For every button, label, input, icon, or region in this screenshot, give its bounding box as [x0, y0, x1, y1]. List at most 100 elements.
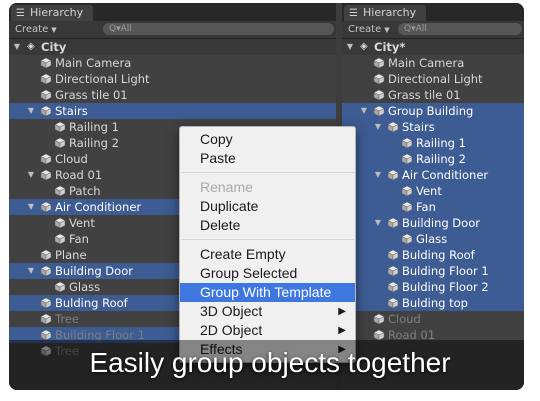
gameobject-cube-icon — [401, 137, 413, 149]
expand-arrow-icon[interactable]: ▼ — [359, 103, 369, 119]
hierarchy-row[interactable]: Directional Light — [9, 71, 336, 87]
row-label: Railing 1 — [416, 136, 466, 150]
gameobject-cube-icon — [40, 153, 52, 165]
hierarchy-row[interactable]: Fan — [342, 199, 524, 215]
hierarchy-row[interactable]: ▼ Building Door — [342, 215, 524, 231]
scene-row[interactable]: ▼ ◈ City — [9, 39, 336, 55]
expand-arrow-icon[interactable]: ▼ — [26, 103, 36, 119]
expand-arrow-icon[interactable]: ▼ — [12, 39, 22, 55]
tab-hierarchy[interactable]: ☰ Hierarchy — [344, 5, 427, 21]
row-label: Plane — [55, 248, 87, 262]
row-label: Air Conditioner — [55, 200, 142, 214]
create-dropdown[interactable]: Create ▼ — [348, 23, 390, 37]
hierarchy-row[interactable]: Railing 2 — [342, 151, 524, 167]
hierarchy-row[interactable]: Bulding top — [342, 295, 524, 311]
menu-item-label: 2D Object — [200, 322, 263, 338]
expand-arrow-icon[interactable]: ▼ — [373, 167, 383, 183]
gameobject-cube-icon — [40, 169, 52, 181]
gameobject-cube-icon — [40, 249, 52, 261]
row-label: Bulding Roof — [55, 296, 128, 310]
create-label: Create — [348, 24, 382, 35]
hierarchy-row[interactable]: Vent — [342, 183, 524, 199]
row-label: Directional Light — [55, 72, 150, 86]
gameobject-cube-icon — [40, 297, 52, 309]
hierarchy-row[interactable]: Main Camera — [342, 55, 524, 71]
gameobject-cube-icon — [40, 57, 52, 69]
hierarchy-row[interactable]: ▼ Stairs — [9, 103, 336, 119]
tab-label: Hierarchy — [363, 6, 417, 19]
menu-item-label: Paste — [200, 150, 236, 166]
menu-item[interactable]: 3D Object ▶ — [180, 302, 355, 321]
hierarchy-list-icon: ☰ — [349, 8, 358, 19]
caption: Easily group objects together — [89, 347, 451, 378]
unity-scene-icon: ◈ — [27, 41, 35, 52]
hierarchy-row[interactable]: ▼ Air Conditioner — [342, 167, 524, 183]
gameobject-cube-icon — [387, 265, 399, 277]
menu-item[interactable]: Duplicate — [180, 197, 355, 216]
search-input[interactable]: Q▾All — [398, 23, 522, 35]
hierarchy-row[interactable]: Directional Light — [342, 71, 524, 87]
search-input[interactable]: Q▾All — [103, 23, 334, 35]
gameobject-cube-icon — [40, 89, 52, 101]
expand-arrow-icon[interactable]: ▼ — [26, 167, 36, 183]
gameobject-cube-icon — [401, 185, 413, 197]
hierarchy-row[interactable]: Railing 1 — [342, 135, 524, 151]
row-label: Stairs — [55, 104, 88, 118]
row-label: Cloud — [388, 312, 421, 326]
gameobject-cube-icon — [387, 249, 399, 261]
gameobject-cube-icon — [54, 121, 66, 133]
gameobject-cube-icon — [40, 73, 52, 85]
gameobject-cube-icon — [401, 233, 413, 245]
row-label: Patch — [69, 184, 101, 198]
gameobject-cube-icon — [54, 281, 66, 293]
hierarchy-row[interactable]: Glass — [342, 231, 524, 247]
hierarchy-toolbar: Create ▼ Q▾All — [9, 21, 336, 39]
expand-arrow-icon[interactable]: ▼ — [373, 215, 383, 231]
menu-item[interactable]: Group Selected — [180, 264, 355, 283]
menu-item[interactable]: Delete — [180, 216, 355, 235]
create-dropdown[interactable]: Create ▼ — [15, 23, 57, 37]
gameobject-cube-icon — [373, 57, 385, 69]
unity-scene-icon: ◈ — [360, 41, 368, 52]
row-label: Fan — [69, 232, 89, 246]
row-label: Vent — [416, 184, 442, 198]
hierarchy-row[interactable]: Main Camera — [9, 55, 336, 71]
row-label: Vent — [69, 216, 95, 230]
menu-item-label: Copy — [200, 131, 233, 147]
row-label: Stairs — [402, 120, 435, 134]
hierarchy-row[interactable]: Bulding Floor 2 — [342, 279, 524, 295]
gameobject-cube-icon — [401, 153, 413, 165]
gameobject-cube-icon — [387, 169, 399, 181]
row-label: Main Camera — [388, 56, 465, 70]
hierarchy-row[interactable]: Grass tile 01 — [9, 87, 336, 103]
menu-item[interactable]: Group With Template — [180, 283, 355, 302]
submenu-arrow-icon: ▶ — [338, 306, 346, 317]
menu-item[interactable]: 2D Object ▶ — [180, 321, 355, 340]
row-label: Glass — [416, 232, 448, 246]
expand-arrow-icon[interactable]: ▼ — [26, 199, 36, 215]
hierarchy-row[interactable]: Bulding Roof — [342, 247, 524, 263]
hierarchy-row[interactable]: Bulding Floor 1 — [342, 263, 524, 279]
scene-row[interactable]: ▼ ◈ City* — [342, 39, 524, 55]
expand-arrow-icon[interactable]: ▼ — [373, 119, 383, 135]
hierarchy-tree: ▼ ◈ City* Main Camera Directional Light Gr… — [342, 39, 524, 343]
menu-item[interactable]: Copy — [180, 130, 355, 149]
hierarchy-row[interactable]: Grass tile 01 — [342, 87, 524, 103]
hierarchy-list-icon: ☰ — [16, 8, 25, 19]
hierarchy-row[interactable]: ▼ Group Building — [342, 103, 524, 119]
menu-item[interactable]: Paste — [180, 149, 355, 168]
row-label: Building Door — [402, 216, 480, 230]
gameobject-cube-icon — [373, 73, 385, 85]
hierarchy-panel-after: ☰ Hierarchy Create ▼ Q▾All ▼ ◈ City* Main … — [342, 3, 524, 390]
row-label: Air Conditioner — [402, 168, 489, 182]
expand-arrow-icon[interactable]: ▼ — [345, 39, 355, 55]
expand-arrow-icon[interactable]: ▼ — [26, 263, 36, 279]
tab-hierarchy[interactable]: ☰ Hierarchy — [11, 5, 94, 21]
gameobject-cube-icon — [54, 217, 66, 229]
row-label: Main Camera — [55, 56, 132, 70]
row-label: Road 01 — [55, 168, 103, 182]
menu-item-label: Group With Template — [200, 284, 332, 300]
hierarchy-row[interactable]: ▼ Stairs — [342, 119, 524, 135]
hierarchy-row[interactable]: Cloud — [342, 311, 524, 327]
menu-item[interactable]: Create Empty — [180, 245, 355, 264]
